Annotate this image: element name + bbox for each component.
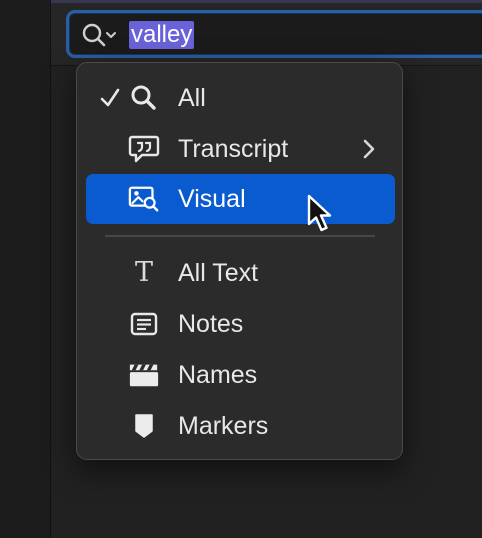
menu-item-label: All Text [178, 259, 259, 287]
menu-item-notes[interactable]: Notes [86, 299, 395, 349]
clapperboard-icon [128, 360, 160, 390]
speech-bubble-quote-icon [128, 134, 160, 164]
menu-item-visual[interactable]: Visual [86, 174, 395, 224]
checkmark-icon [100, 88, 120, 107]
left-pane [0, 0, 51, 538]
magnifier-with-dropdown-icon [82, 23, 116, 47]
search-scope-menu: All Transcript Visual T All Text Notes N… [76, 62, 403, 460]
search-scope-button[interactable] [81, 22, 119, 48]
chevron-right-icon [363, 139, 375, 159]
menu-item-label: Visual [178, 185, 246, 213]
menu-item-label: Markers [178, 412, 269, 440]
menu-item-all-text[interactable]: T All Text [86, 248, 395, 298]
menu-item-label: Names [178, 361, 258, 389]
app-window: valley All Transcript Visual T All Text … [0, 0, 482, 538]
search-input[interactable]: valley [129, 21, 195, 49]
menu-item-names[interactable]: Names [86, 350, 395, 400]
marker-icon [128, 411, 160, 441]
menu-item-label: All [178, 84, 206, 112]
menu-item-label: Notes [178, 310, 244, 338]
search-icon [128, 83, 160, 113]
mouse-pointer-icon [307, 194, 332, 232]
menu-item-markers[interactable]: Markers [86, 401, 395, 451]
search-field[interactable]: valley [66, 10, 482, 58]
notes-icon [128, 309, 160, 339]
menu-item-all[interactable]: All [86, 73, 395, 123]
menu-separator [105, 235, 375, 237]
menu-item-label: Transcript [178, 135, 289, 163]
image-search-icon [128, 184, 160, 214]
text-T-icon: T [134, 257, 153, 288]
menu-item-transcript[interactable]: Transcript [86, 124, 395, 174]
